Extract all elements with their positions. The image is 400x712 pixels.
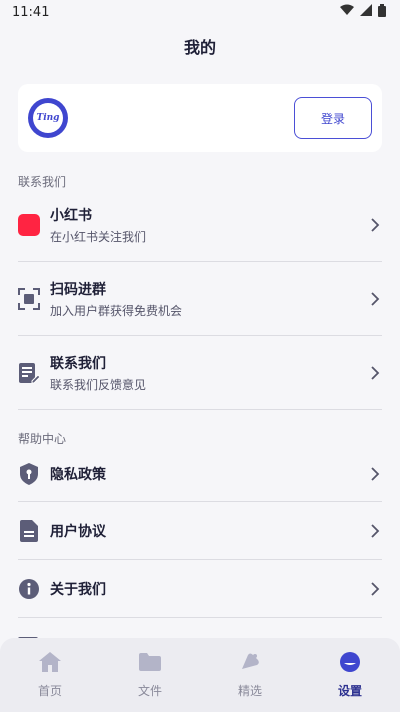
feedback-icon bbox=[18, 362, 40, 384]
xiaohongshu-icon bbox=[18, 213, 40, 236]
item-title: 用户协议 bbox=[50, 523, 106, 540]
item-text: 扫码进群 加入用户群获得免费机会 bbox=[50, 279, 368, 319]
nav-label: 精选 bbox=[237, 684, 262, 698]
item-title: 扫码进群 bbox=[50, 281, 106, 298]
chevron-right-icon bbox=[368, 365, 382, 380]
list-item-scan-group[interactable]: 扫码进群 加入用户群获得免费机会 bbox=[18, 262, 382, 336]
item-title: 关于我们 bbox=[50, 581, 106, 598]
avatar: Ting bbox=[28, 98, 68, 138]
chevron-right-icon bbox=[368, 523, 382, 538]
featured-icon bbox=[239, 652, 261, 676]
signal-icon bbox=[360, 4, 372, 20]
avatar-logo: Ting bbox=[33, 103, 63, 133]
status-icons bbox=[340, 3, 386, 21]
profile-card: Ting 登录 bbox=[18, 84, 382, 152]
item-title: 隐私政策 bbox=[50, 466, 106, 483]
nav-label: 文件 bbox=[137, 684, 162, 698]
item-title: 小红书 bbox=[50, 207, 92, 224]
item-text: 联系我们 联系我们反馈意见 bbox=[50, 353, 368, 393]
folder-icon bbox=[139, 652, 161, 676]
list-item-contact-us[interactable]: 联系我们 联系我们反馈意见 bbox=[18, 336, 382, 410]
item-text: 关于我们 bbox=[50, 579, 368, 599]
item-subtitle: 在小红书关注我们 bbox=[50, 229, 147, 244]
chevron-right-icon bbox=[368, 291, 382, 306]
wifi-icon bbox=[340, 4, 354, 20]
chevron-right-icon bbox=[368, 581, 382, 596]
nav-settings[interactable]: 设置 bbox=[310, 652, 390, 699]
nav-files[interactable]: 文件 bbox=[110, 652, 190, 699]
chevron-right-icon bbox=[368, 217, 382, 232]
nav-label: 首页 bbox=[37, 684, 62, 698]
section-title-help: 帮助中心 bbox=[18, 432, 67, 446]
home-icon bbox=[39, 652, 61, 676]
list-item-xiaohongshu[interactable]: 小红书 在小红书关注我们 bbox=[18, 188, 382, 262]
settings-icon bbox=[339, 652, 361, 676]
item-subtitle: 加入用户群获得免费机会 bbox=[50, 303, 183, 318]
status-time: 11:41 bbox=[12, 4, 50, 20]
list-item-user-agreement[interactable]: 用户协议 bbox=[18, 502, 382, 560]
item-text: 用户协议 bbox=[50, 521, 368, 541]
bottom-nav: 首页 文件 精选 设置 bbox=[0, 638, 400, 712]
status-bar: 11:41 bbox=[0, 0, 400, 24]
document-icon bbox=[18, 519, 40, 542]
nav-label: 设置 bbox=[337, 684, 362, 698]
list-item-about-us[interactable]: 关于我们 bbox=[18, 560, 382, 618]
info-icon bbox=[18, 578, 40, 600]
login-button[interactable]: 登录 bbox=[294, 97, 372, 139]
scan-icon bbox=[18, 287, 40, 310]
item-subtitle: 联系我们反馈意见 bbox=[50, 377, 147, 392]
nav-featured[interactable]: 精选 bbox=[210, 652, 290, 699]
battery-icon bbox=[378, 3, 386, 21]
shield-icon bbox=[18, 462, 40, 485]
nav-home[interactable]: 首页 bbox=[10, 652, 90, 699]
item-title: 联系我们 bbox=[50, 355, 106, 372]
item-text: 小红书 在小红书关注我们 bbox=[50, 205, 368, 245]
list-item-privacy-policy[interactable]: 隐私政策 bbox=[18, 446, 382, 502]
page-title: 我的 bbox=[183, 38, 216, 57]
item-text: 隐私政策 bbox=[50, 464, 368, 484]
chevron-right-icon bbox=[368, 466, 382, 481]
